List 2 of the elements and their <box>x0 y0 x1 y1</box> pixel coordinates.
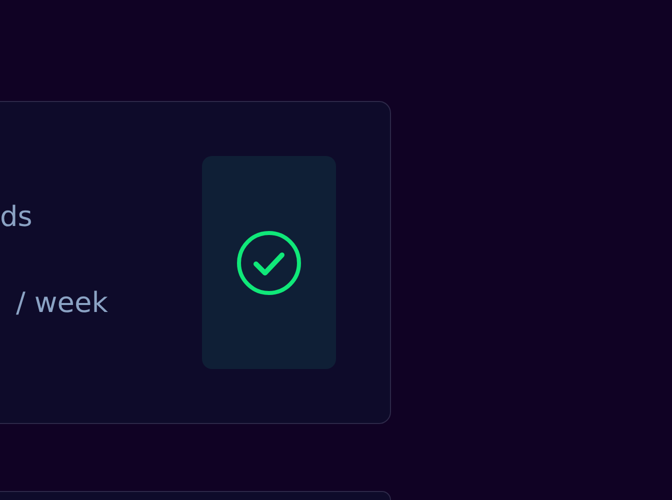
card-text: / week <box>15 284 108 320</box>
card-text: ds <box>0 198 34 234</box>
